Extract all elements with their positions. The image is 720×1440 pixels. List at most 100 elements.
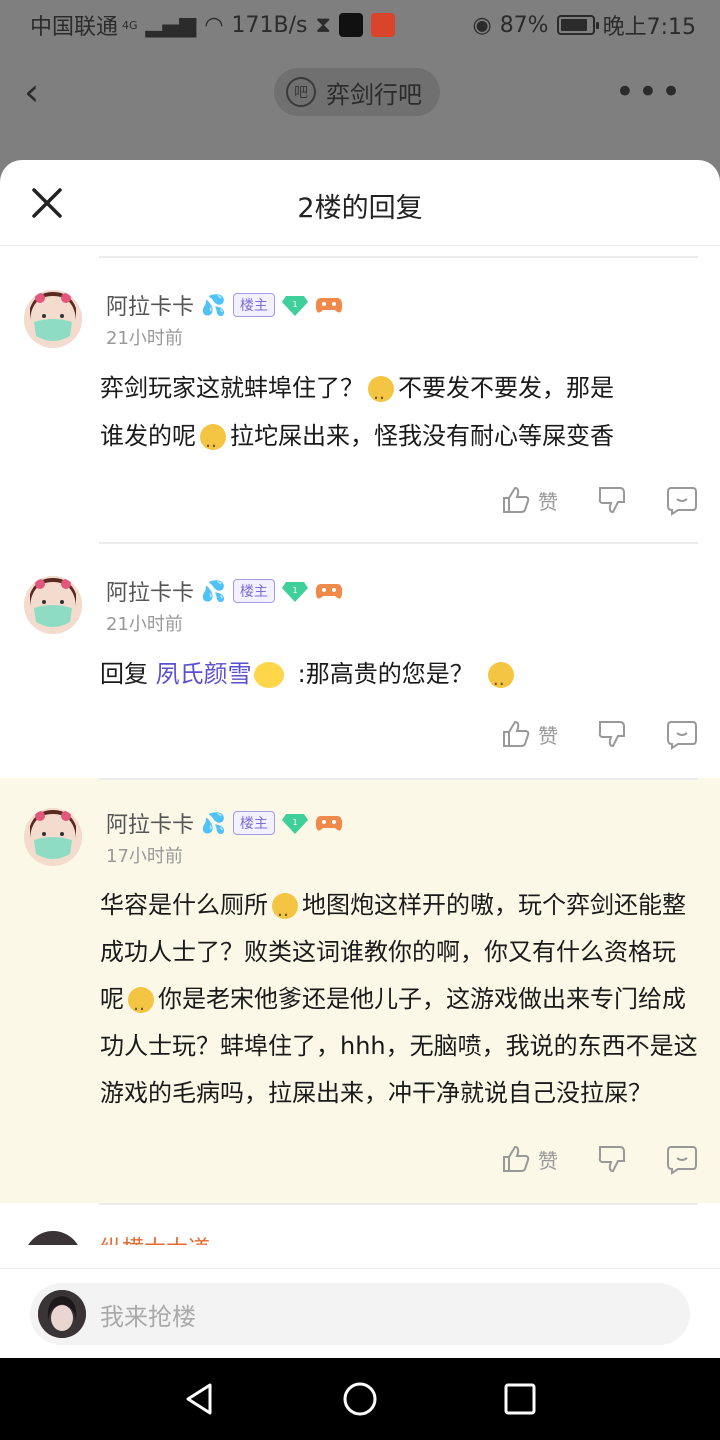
like-label: 赞 (538, 1148, 558, 1173)
comment-time: 17小时前 (106, 846, 183, 867)
nav-back-icon[interactable] (180, 1379, 220, 1419)
reply-sheet: 2楼的回复 阿拉卡卡 💦 楼主 1 21小时前 弈剑玩家这就蚌埠住了？ 不要发不要… (0, 160, 720, 1360)
sweat-drops-icon: 💦 (201, 811, 226, 835)
divider (99, 778, 698, 780)
nav-recents-icon[interactable] (500, 1379, 540, 1419)
thumbs-up-icon (503, 720, 530, 747)
battery-icon (556, 15, 599, 35)
name-row: 阿拉卡卡 💦 楼主 1 (100, 808, 698, 838)
comment-item-highlighted: 阿拉卡卡 💦 楼主 1 17小时前 华容是什么厕所地图炮这样开的嗷，玩个弈剑还能… (0, 778, 720, 1203)
sweat-drops-icon: 💦 (201, 579, 226, 603)
op-badge: 楼主 (232, 293, 275, 317)
thumbs-up-icon (503, 1145, 530, 1172)
like-button[interactable]: 赞 (500, 1143, 558, 1175)
status-bar: 中国联通 4G ▂▄▆ ◠ 171B/s ⧗ ◉ 87% 晚上7:15 (0, 0, 720, 50)
net-speed: 171B/s (231, 12, 308, 38)
signal-icon: ▂▄▆ (145, 12, 197, 38)
reply-icon[interactable] (666, 1143, 698, 1175)
svg-text:1: 1 (292, 300, 297, 309)
gem-level-icon: 1 (281, 582, 308, 602)
op-badge: 楼主 (232, 579, 275, 603)
sheet-title: 2楼的回复 (297, 193, 423, 224)
hug-emoji-icon (487, 656, 514, 704)
moon-badge-icon (253, 662, 284, 688)
svg-text:1: 1 (292, 586, 297, 595)
tongue-emoji-icon (272, 887, 298, 934)
like-button[interactable]: 赞 (500, 718, 558, 750)
like-button[interactable]: 赞 (500, 484, 558, 516)
action-row: 赞 (100, 1129, 698, 1189)
avatar[interactable] (24, 576, 82, 634)
comment-time: 21小时前 (106, 614, 183, 635)
reply-prefix: 回复 (100, 660, 148, 688)
text-segment: 你是老宋他爹还是他儿子，这游戏做出来专门给成功人士玩？蚌埠住了，hhh，无脑喷，… (100, 985, 698, 1107)
thumbs-up-icon (503, 486, 530, 513)
top-bar: ‹ 吧 弈剑行吧 ••• (0, 50, 720, 140)
svg-text:1: 1 (292, 818, 297, 827)
op-badge: 楼主 (232, 811, 275, 835)
app-notification-icon (370, 13, 395, 37)
avatar[interactable] (24, 1231, 82, 1245)
comment-item: 阿拉卡卡 💦 楼主 1 21小时前 弈剑玩家这就蚌埠住了？ 不要发不要发，那是 谁… (0, 258, 720, 542)
thumbs-down-icon[interactable] (596, 1143, 628, 1175)
gamepad-icon (315, 816, 343, 831)
back-icon[interactable]: ‹ (24, 70, 64, 114)
thumbs-down-icon[interactable] (596, 718, 628, 750)
nav-home-icon[interactable] (340, 1379, 380, 1419)
username[interactable]: 阿拉卡卡 (106, 289, 194, 321)
mention-link[interactable]: 夙氏颜雪 (156, 660, 252, 688)
my-avatar (38, 1290, 86, 1338)
comment-item: 阿拉卡卡 💦 楼主 1 21小时前 回复 夙氏颜雪 :那高贵的您是？ 赞 (0, 544, 720, 778)
comment-time: 21小时前 (106, 328, 183, 349)
action-row: 赞 (100, 470, 698, 530)
system-nav-bar (0, 1358, 720, 1440)
thumbs-down-icon[interactable] (596, 484, 628, 516)
reply-input[interactable]: 我来抢楼 (30, 1283, 690, 1345)
sweat-drops-icon: 💦 (201, 293, 226, 317)
carrier-label: 中国联通 (30, 15, 119, 40)
reply-input-bar: 我来抢楼 (0, 1268, 720, 1358)
battery-percent: 87% (499, 12, 549, 38)
like-label: 赞 (538, 723, 558, 748)
clock: 晚上7:15 (602, 15, 696, 40)
more-icon[interactable]: ••• (615, 72, 684, 112)
crying-emoji-icon (368, 370, 394, 418)
eye-icon: ◉ (472, 12, 492, 38)
comment-text: 华容是什么厕所地图炮这样开的嗷，玩个弈剑还能整成功人士了？败类这词谁教你的啊，你… (100, 882, 698, 1117)
network-type: 4G (122, 18, 138, 32)
forum-logo-icon: 吧 (286, 77, 316, 107)
comment-list: 阿拉卡卡 💦 楼主 1 21小时前 弈剑玩家这就蚌埠住了？ 不要发不要发，那是 谁… (0, 246, 720, 1245)
gem-level-icon: 1 (281, 296, 308, 316)
hourglass-icon: ⧗ (315, 12, 331, 38)
avatar[interactable] (24, 290, 82, 348)
text-segment: 谁发的呢 (100, 422, 196, 450)
tiktok-icon (338, 13, 363, 37)
username[interactable]: 阿拉卡卡 (106, 575, 194, 607)
text-segment: 华容是什么厕所 (100, 891, 268, 919)
text-segment: 弈剑玩家这就蚌埠住了？ (100, 374, 364, 402)
username[interactable]: 纵横大大道 (100, 1237, 210, 1245)
username[interactable]: 阿拉卡卡 (106, 807, 194, 839)
avatar[interactable] (24, 808, 82, 866)
comment-text: 回复 夙氏颜雪 :那高贵的您是？ (100, 650, 698, 704)
name-row: 阿拉卡卡 💦 楼主 1 (100, 576, 698, 606)
like-label: 赞 (538, 489, 558, 514)
crying-emoji-icon (200, 418, 226, 466)
text-segment: :那高贵的您是？ (297, 660, 474, 688)
gamepad-icon (315, 298, 343, 313)
forum-name: 弈剑行吧 (326, 80, 422, 109)
gamepad-icon (315, 584, 343, 599)
laughing-emoji-icon (128, 981, 154, 1028)
sheet-header: 2楼的回复 (0, 160, 720, 246)
wifi-icon: ◠ (204, 12, 224, 38)
text-segment: 拉坨屎出来，怪我没有耐心等屎变香 (230, 422, 614, 450)
reply-icon[interactable] (666, 718, 698, 750)
comment-item-partial: 纵横大大道 (0, 1205, 720, 1245)
action-row: 赞 (100, 704, 698, 764)
text-segment: 不要发不要发，那是 (398, 374, 614, 402)
input-placeholder: 我来抢楼 (100, 1302, 196, 1331)
reply-icon[interactable] (666, 484, 698, 516)
name-row: 阿拉卡卡 💦 楼主 1 (100, 290, 698, 320)
forum-pill[interactable]: 吧 弈剑行吧 (274, 68, 440, 116)
gem-level-icon: 1 (281, 814, 308, 834)
